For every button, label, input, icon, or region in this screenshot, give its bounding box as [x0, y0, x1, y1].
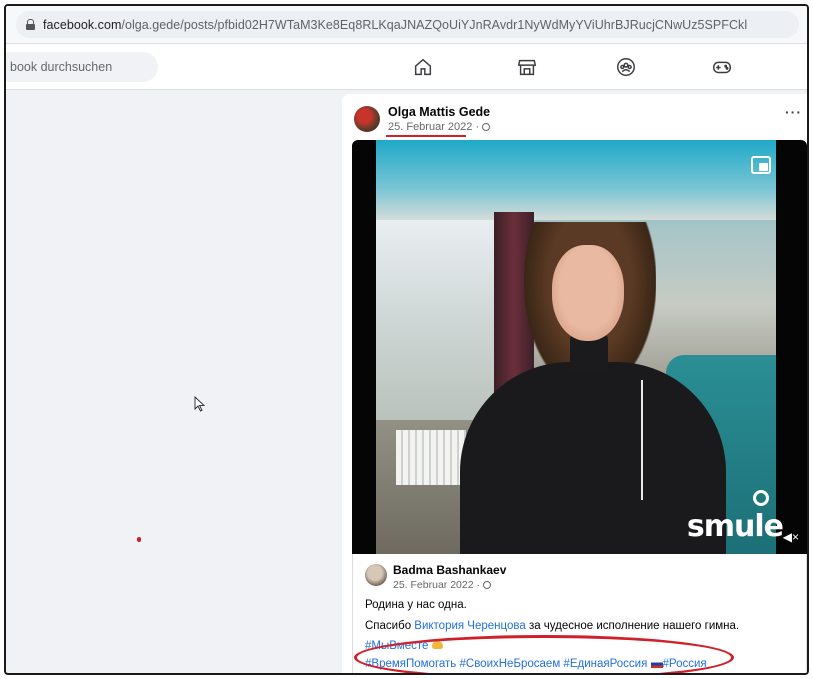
url-host: facebook.com	[43, 17, 122, 32]
shared-author-avatar[interactable]	[365, 564, 387, 586]
url-path: /olga.gede/posts/pfbid02H7WTaM3Ke8Eq8RLK…	[121, 17, 748, 32]
annotation-oval	[354, 635, 734, 673]
post-text-line: Спасибо Виктория Черенцова за чудесное и…	[365, 620, 739, 632]
video-earphone-cable	[641, 380, 643, 500]
video-person-face	[552, 245, 624, 341]
marketplace-icon[interactable]	[516, 56, 538, 78]
address-bar: facebook.com/olga.gede/posts/pfbid02H7WT…	[6, 6, 807, 44]
url-field[interactable]: facebook.com/olga.gede/posts/pfbid02H7WT…	[16, 11, 799, 38]
post-date[interactable]: 25. Februar 2022 ·	[388, 121, 491, 133]
video-scene-ceiling	[376, 140, 776, 220]
avatar[interactable]	[354, 106, 380, 132]
post-text-prefix: Спасибо	[365, 620, 415, 632]
picture-in-picture-icon[interactable]	[751, 156, 771, 174]
post-text-suffix: за чудесное исполнение нашего гимна.	[525, 620, 740, 632]
video-scene-radiator	[396, 430, 466, 485]
groups-icon[interactable]	[615, 56, 637, 78]
annotation-underline	[386, 135, 466, 137]
facebook-top-nav: book durchsuchen	[6, 44, 807, 90]
browser-window: facebook.com/olga.gede/posts/pfbid02H7WT…	[4, 4, 809, 675]
shared-post-date-text: 25. Februar 2022 ·	[393, 579, 483, 591]
video-scene-window	[376, 220, 494, 420]
smule-watermark: smule	[686, 509, 784, 544]
smule-logo-icon	[753, 490, 769, 506]
search-input[interactable]: book durchsuchen	[6, 52, 158, 82]
shared-post-author[interactable]: Badma Bashankaev	[393, 563, 506, 577]
globe-icon	[482, 123, 491, 131]
home-icon[interactable]	[412, 56, 434, 78]
shared-post: Badma Bashankaev 25. Februar 2022 · Роди…	[352, 554, 807, 673]
post-date-text: 25. Februar 2022 ·	[388, 121, 483, 133]
video-player[interactable]: smule ◀×	[352, 140, 807, 554]
lock-icon	[26, 19, 35, 30]
mentioned-user-link[interactable]: Виктория Черенцова	[414, 620, 525, 632]
more-options-button[interactable]: ···	[785, 104, 802, 120]
post-card: Olga Mattis Gede 25. Februar 2022 · ··· …	[342, 94, 807, 673]
annotation-dot	[137, 537, 141, 542]
globe-icon	[482, 581, 491, 589]
post-text-line: Родина у нас одна.	[365, 599, 467, 611]
gaming-icon[interactable]	[711, 56, 733, 78]
video-frame	[376, 140, 776, 554]
shared-post-date[interactable]: 25. Februar 2022 ·	[393, 579, 491, 591]
url-text[interactable]: facebook.com/olga.gede/posts/pfbid02H7WT…	[43, 18, 747, 32]
post-author[interactable]: Olga Mattis Gede	[388, 105, 490, 119]
speaker-mute-icon[interactable]: ◀×	[783, 530, 799, 544]
